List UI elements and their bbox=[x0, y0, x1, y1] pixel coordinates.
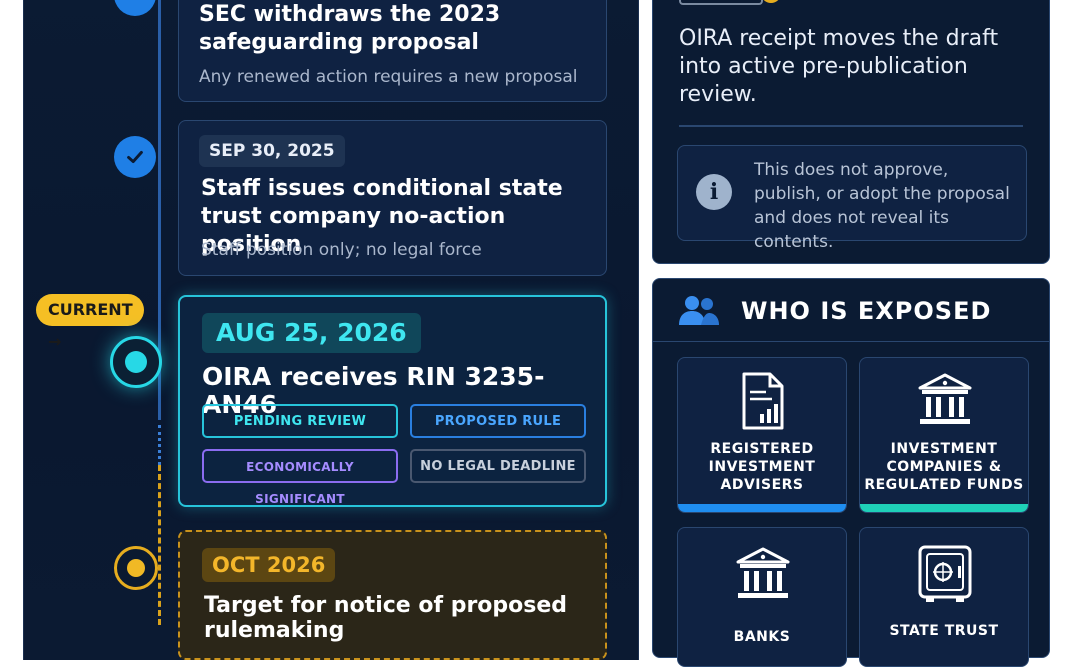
oira-text-line1: OIRA receipt moves the draft bbox=[679, 26, 999, 51]
event-title-line2: safeguarding proposal bbox=[199, 30, 479, 55]
current-node bbox=[110, 336, 162, 388]
event-card-target-nprm: OCT 2026 Target for notice of proposed r… bbox=[178, 530, 607, 660]
event-title-line2: rulemaking bbox=[204, 618, 345, 643]
event-card-withdrawal: SEC withdraws the 2023 safeguarding prop… bbox=[178, 0, 607, 102]
timeline-rail-future bbox=[158, 465, 161, 625]
notice-line3: and does not reveal its contents. bbox=[754, 208, 949, 252]
event-card-no-action: SEP 30, 2025 Staff issues conditional st… bbox=[178, 120, 607, 276]
exposure-card: WHO IS EXPOSED REGISTERED INVESTMENT ADV… bbox=[652, 278, 1050, 667]
bank-icon bbox=[736, 547, 790, 598]
event-date: OCT 2026 bbox=[202, 548, 336, 582]
oira-text-line2: into active pre-publication bbox=[679, 54, 968, 79]
safe-icon bbox=[918, 545, 972, 602]
event-date: AUG 25, 2026 bbox=[202, 313, 421, 353]
event-note: Any renewed action requires a new propos… bbox=[199, 67, 578, 87]
timeline-rail-transition bbox=[158, 425, 161, 465]
notice-box: i This does not approve, publish, or ado… bbox=[677, 145, 1027, 252]
status-badge-proposed-rule: PROPOSED RULE bbox=[410, 404, 586, 438]
institution-icon bbox=[918, 373, 972, 424]
tile-label-line1: STATE TRUST bbox=[889, 623, 999, 639]
tile-label-line1: INVESTMENT bbox=[890, 441, 998, 457]
tile-label-line3: REGULATED FUNDS bbox=[864, 477, 1024, 493]
future-node bbox=[114, 546, 158, 590]
oira-text-line3: review. bbox=[679, 82, 757, 107]
tile-label-line2: COMPANIES & bbox=[886, 459, 1002, 475]
divider bbox=[679, 125, 1023, 127]
event-card-oira-current: AUG 25, 2026 OIRA receives RIN 3235-AN46… bbox=[178, 295, 607, 507]
status-badge-economically-significant: ECONOMICALLY SIGNIFICANT bbox=[202, 449, 398, 506]
exposure-heading: WHO IS EXPOSED bbox=[741, 297, 992, 325]
tile-label-line2: INVESTMENT bbox=[708, 459, 816, 475]
status-badge-pending: PENDING REVIEW bbox=[202, 404, 398, 438]
tile-label-line1: BANKS bbox=[733, 629, 791, 645]
check-icon bbox=[114, 136, 156, 178]
pill-decoration bbox=[679, 0, 763, 5]
status-dot-icon bbox=[761, 0, 781, 3]
tile-label-line3: ADVISERS bbox=[720, 477, 804, 493]
exposure-tile-banks: BANKS bbox=[677, 527, 847, 667]
event-title-line1: Target for notice of proposed bbox=[204, 593, 568, 618]
status-badge-no-deadline: NO LEGAL DEADLINE bbox=[410, 449, 586, 483]
event-title-line1: SEC withdraws the 2023 bbox=[199, 2, 501, 27]
document-chart-icon bbox=[742, 372, 784, 430]
tile-accent-bar bbox=[860, 504, 1028, 512]
notice-line2: publish, or adopt the proposal bbox=[754, 184, 1010, 204]
users-icon bbox=[679, 296, 719, 325]
notice-line1: This does not approve, bbox=[754, 160, 949, 180]
tile-accent-bar bbox=[678, 504, 846, 512]
exposure-tile-state-trust: STATE TRUST bbox=[859, 527, 1029, 667]
exposure-tile-advisers: REGISTERED INVESTMENT ADVISERS bbox=[677, 357, 847, 513]
exposure-tile-funds: INVESTMENT COMPANIES & REGULATED FUNDS bbox=[859, 357, 1029, 513]
current-marker-tag: CURRENT → bbox=[36, 294, 144, 351]
oira-info-card: OIRA receipt moves the draft into active… bbox=[652, 0, 1050, 264]
info-icon: i bbox=[696, 174, 732, 210]
event-date: SEP 30, 2025 bbox=[199, 135, 345, 167]
header-divider bbox=[653, 341, 1049, 342]
event-title-line1: Staff issues conditional state bbox=[201, 176, 563, 201]
event-note: Staff position only; no legal force bbox=[201, 240, 482, 260]
tile-label-line1: REGISTERED bbox=[710, 441, 814, 457]
